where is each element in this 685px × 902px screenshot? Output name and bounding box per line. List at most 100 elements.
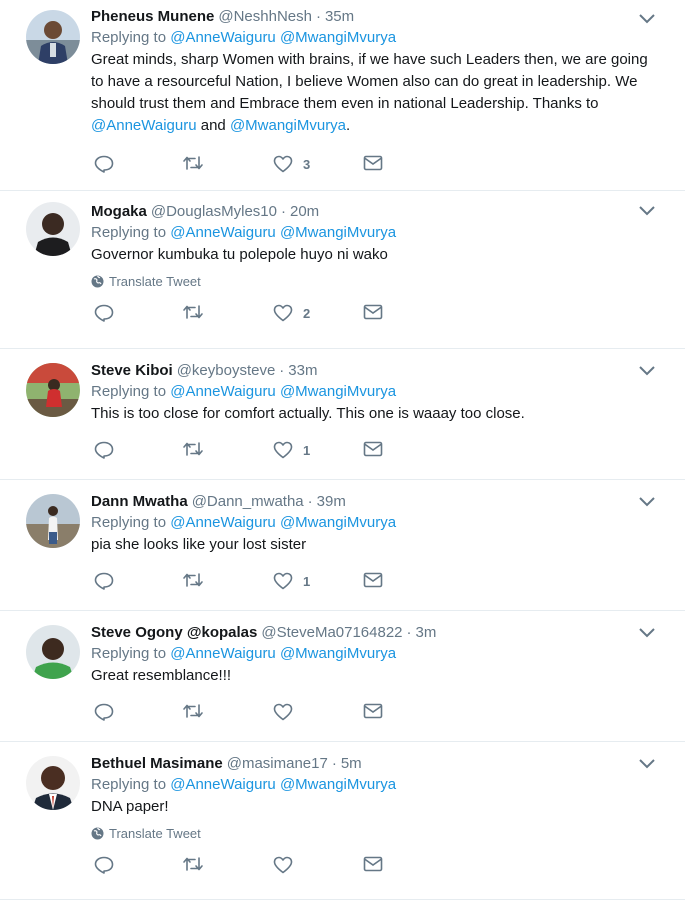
- like-button[interactable]: [273, 856, 303, 874]
- chevron-down-icon[interactable]: [639, 628, 655, 638]
- mention-link[interactable]: @AnneWaiguru: [170, 645, 276, 662]
- reply-icon: [94, 856, 114, 874]
- display-name[interactable]: Steve Kiboi: [91, 362, 173, 379]
- reply-button[interactable]: [94, 155, 114, 173]
- chevron-down-icon[interactable]: [639, 759, 655, 769]
- translate-tweet-link[interactable]: Translate Tweet: [91, 826, 685, 841]
- globe-icon: [91, 827, 104, 840]
- mention-link[interactable]: @MwangiMvurya: [280, 776, 396, 793]
- tweet-text-part: and: [196, 117, 230, 134]
- translate-tweet-link[interactable]: Translate Tweet: [91, 274, 685, 289]
- mention-link[interactable]: @MwangiMvurya: [280, 514, 396, 531]
- like-count: 1: [303, 442, 311, 458]
- tweet-text-part: .: [346, 117, 351, 134]
- timestamp[interactable]: 5m: [341, 755, 362, 772]
- envelope-icon: [363, 155, 383, 171]
- display-name[interactable]: Bethuel Masimane: [91, 755, 223, 772]
- chevron-down-icon[interactable]: [639, 206, 655, 216]
- user-handle[interactable]: @DouglasMyles10: [151, 203, 277, 220]
- tweet[interactable]: Steve Ogony @kopalas @SteveMa07164822 · …: [0, 611, 685, 742]
- translate-label[interactable]: Translate Tweet: [109, 826, 201, 841]
- display-name[interactable]: Pheneus Munene: [91, 8, 214, 25]
- display-name[interactable]: Dann Mwatha: [91, 493, 188, 510]
- retweet-button[interactable]: [182, 572, 204, 588]
- retweet-button[interactable]: [182, 703, 204, 719]
- tweet[interactable]: Steve Kiboi @keyboysteve · 33m Replying …: [0, 349, 685, 480]
- user-handle[interactable]: @keyboysteve: [177, 362, 276, 379]
- avatar[interactable]: [26, 756, 80, 810]
- retweet-icon: [183, 857, 203, 871]
- reply-button[interactable]: [94, 703, 114, 721]
- replying-label: Replying to: [91, 224, 167, 241]
- mention-link[interactable]: @MwangiMvurya: [280, 383, 396, 400]
- translate-label[interactable]: Translate Tweet: [109, 274, 201, 289]
- reply-button[interactable]: [94, 441, 114, 459]
- user-handle[interactable]: @SteveMa07164822: [261, 624, 402, 641]
- avatar[interactable]: [26, 625, 80, 679]
- direct-message-button[interactable]: [363, 703, 383, 719]
- avatar[interactable]: [26, 363, 80, 417]
- tweet-text: Great resemblance!!!: [91, 667, 232, 684]
- mention-link[interactable]: @MwangiMvurya: [280, 224, 396, 241]
- avatar[interactable]: [26, 494, 80, 548]
- like-button[interactable]: 1: [273, 572, 310, 590]
- mention-link[interactable]: @AnneWaiguru: [170, 383, 276, 400]
- tweet-actions: 2: [91, 304, 685, 326]
- mention-link[interactable]: @AnneWaiguru: [170, 224, 276, 241]
- retweet-button[interactable]: [182, 856, 204, 872]
- retweet-button[interactable]: [182, 155, 204, 171]
- reply-button[interactable]: [94, 572, 114, 590]
- avatar[interactable]: [26, 10, 80, 64]
- retweet-button[interactable]: [182, 441, 204, 457]
- chevron-down-icon[interactable]: [639, 14, 655, 24]
- display-name[interactable]: Steve Ogony @kopalas: [91, 624, 257, 641]
- retweet-icon: [183, 156, 203, 170]
- tweet[interactable]: Pheneus Munene @NeshhNesh · 35m Replying…: [0, 0, 685, 191]
- replying-to: Replying to @AnneWaiguru @MwangiMvurya: [91, 224, 685, 241]
- mention-link[interactable]: @AnneWaiguru: [170, 776, 276, 793]
- mention-link[interactable]: @AnneWaiguru: [170, 29, 276, 46]
- heart-icon: [273, 304, 293, 322]
- direct-message-button[interactable]: [363, 155, 383, 171]
- like-button[interactable]: 1: [273, 441, 310, 459]
- replying-to: Replying to @AnneWaiguru @MwangiMvurya: [91, 645, 685, 662]
- tweet[interactable]: Mogaka @DouglasMyles10 · 20m Replying to…: [0, 191, 685, 349]
- reply-icon: [94, 572, 114, 590]
- chevron-down-icon[interactable]: [639, 497, 655, 507]
- like-button[interactable]: [273, 703, 303, 721]
- tweet[interactable]: Bethuel Masimane @masimane17 · 5m Replyi…: [0, 742, 685, 900]
- display-name[interactable]: Mogaka: [91, 203, 147, 220]
- mention-link[interactable]: @AnneWaiguru: [91, 117, 197, 134]
- timestamp[interactable]: 33m: [288, 362, 317, 379]
- tweet-text: pia she looks like your lost sister: [91, 536, 307, 553]
- separator: ·: [279, 362, 285, 379]
- retweet-button[interactable]: [182, 304, 204, 320]
- mention-link[interactable]: @MwangiMvurya: [230, 117, 346, 134]
- user-handle[interactable]: @masimane17: [227, 755, 328, 772]
- direct-message-button[interactable]: [363, 856, 383, 872]
- user-handle[interactable]: @NeshhNesh: [218, 8, 312, 25]
- replying-label: Replying to: [91, 29, 167, 46]
- avatar[interactable]: [26, 202, 80, 256]
- like-button[interactable]: 2: [273, 304, 310, 322]
- reply-button[interactable]: [94, 856, 114, 874]
- tweet[interactable]: Dann Mwatha @Dann_mwatha · 39m Replying …: [0, 480, 685, 611]
- mention-link[interactable]: @AnneWaiguru: [170, 514, 276, 531]
- timestamp[interactable]: 39m: [317, 493, 346, 510]
- heart-icon: [273, 155, 293, 173]
- tweet-feed: Pheneus Munene @NeshhNesh · 35m Replying…: [0, 0, 685, 900]
- direct-message-button[interactable]: [363, 441, 383, 457]
- separator: ·: [331, 755, 337, 772]
- mention-link[interactable]: @MwangiMvurya: [280, 29, 396, 46]
- reply-button[interactable]: [94, 304, 114, 322]
- like-button[interactable]: 3: [273, 155, 310, 173]
- timestamp[interactable]: 35m: [325, 8, 354, 25]
- chevron-down-icon[interactable]: [639, 366, 655, 376]
- timestamp[interactable]: 20m: [290, 203, 319, 220]
- user-handle[interactable]: @Dann_mwatha: [192, 493, 304, 510]
- direct-message-button[interactable]: [363, 304, 383, 320]
- timestamp[interactable]: 3m: [416, 624, 437, 641]
- envelope-icon: [363, 441, 383, 457]
- direct-message-button[interactable]: [363, 572, 383, 588]
- mention-link[interactable]: @MwangiMvurya: [280, 645, 396, 662]
